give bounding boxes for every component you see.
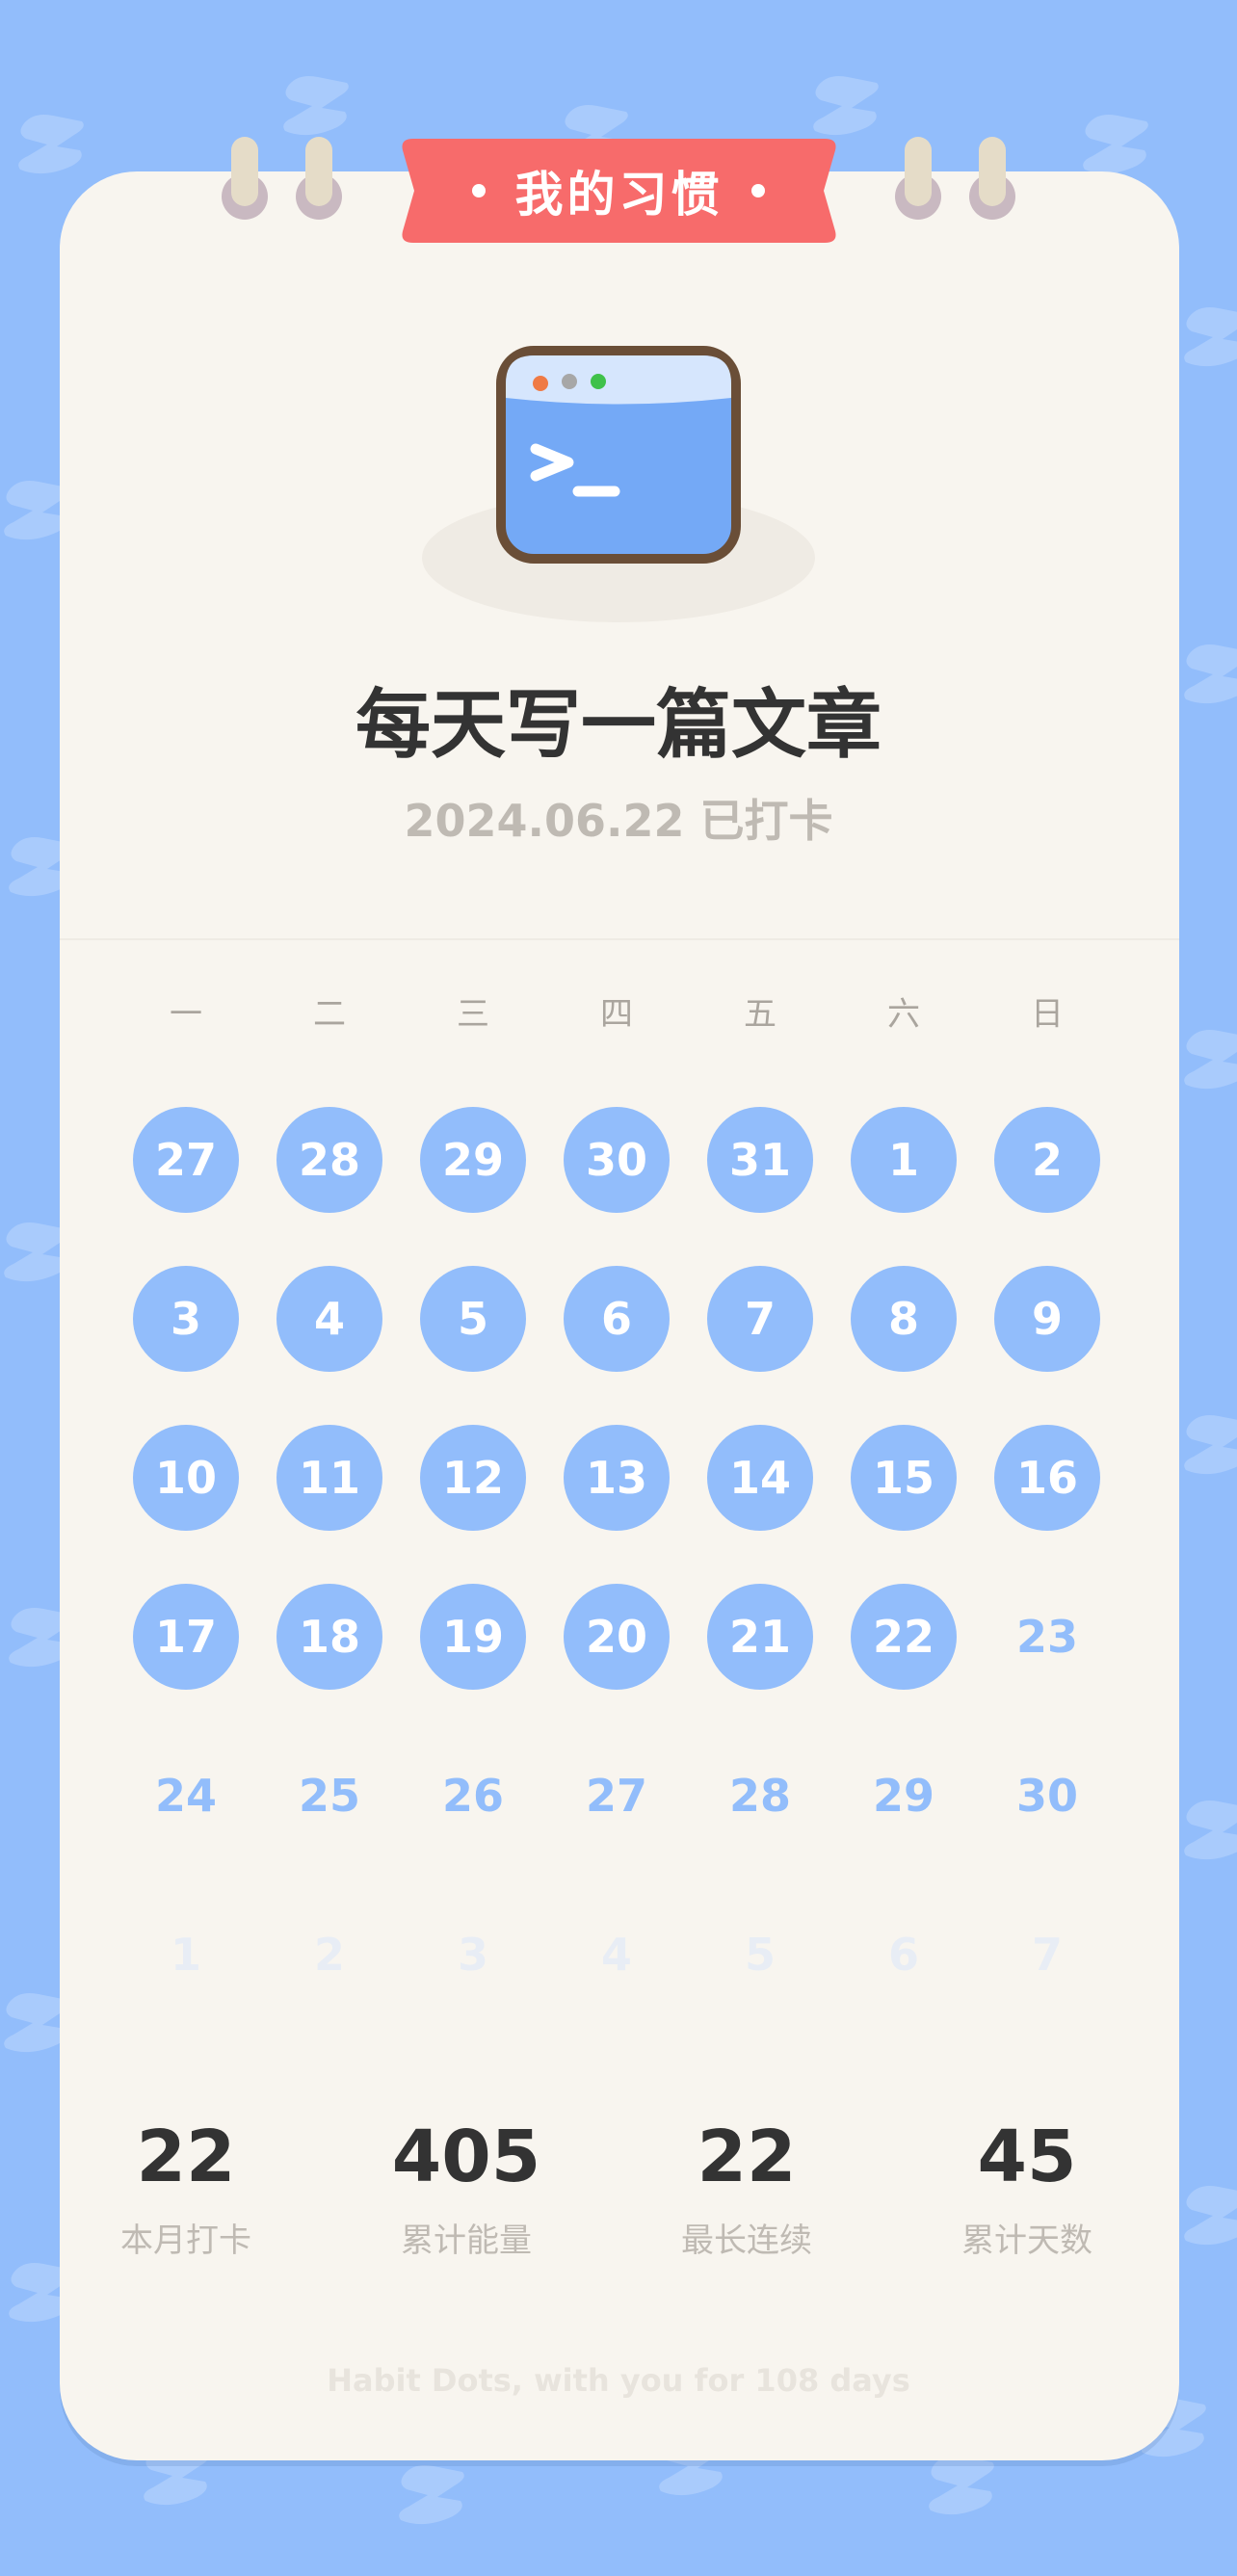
background-bolt — [283, 76, 349, 136]
calendar-day[interactable]: 25 — [276, 1743, 382, 1849]
ribbon-label: 我的习惯 — [514, 167, 724, 223]
calendar-day[interactable]: 4 — [276, 1266, 382, 1372]
calendar-day[interactable]: 29 — [851, 1743, 957, 1849]
calendar-day[interactable]: 9 — [994, 1266, 1100, 1372]
calendar-day[interactable]: 5 — [420, 1266, 526, 1372]
calendar-day[interactable]: 3 — [133, 1266, 239, 1372]
binder-ring — [979, 137, 1006, 206]
checkin-status: 2024.06.22 已打卡 — [404, 795, 833, 847]
background-bolt — [1184, 1801, 1237, 1860]
stat-label: 累计天数 — [961, 2221, 1092, 2260]
stat-label: 本月打卡 — [120, 2221, 251, 2260]
weekday-label: 三 — [457, 995, 489, 1034]
background-bolt — [1184, 2186, 1237, 2246]
background-bolt — [399, 2465, 464, 2525]
calendar-day[interactable]: 20 — [564, 1584, 670, 1690]
background-bolt — [929, 2456, 994, 2515]
weekday-label: 五 — [744, 995, 776, 1034]
calendar-day[interactable]: 30 — [994, 1743, 1100, 1849]
stat-value: 22 — [697, 2116, 797, 2198]
calendar-day[interactable]: 5 — [707, 1902, 813, 2008]
calendar-day[interactable]: 18 — [276, 1584, 382, 1690]
habit-title: 每天写一篇文章 — [355, 682, 882, 769]
calendar-day[interactable]: 6 — [564, 1266, 670, 1372]
footer-text: Habit Dots, with you for 108 days — [327, 2362, 910, 2399]
binder-ring — [231, 137, 258, 206]
calendar-day[interactable]: 31 — [707, 1107, 813, 1213]
stat-label: 最长连续 — [681, 2221, 812, 2260]
calendar-day[interactable]: 23 — [994, 1584, 1100, 1690]
stat-value: 22 — [136, 2116, 236, 2198]
calendar-day[interactable]: 27 — [133, 1107, 239, 1213]
calendar-day[interactable]: 27 — [564, 1743, 670, 1849]
calendar-day[interactable]: 11 — [276, 1425, 382, 1531]
weekday-label: 六 — [887, 995, 920, 1034]
calendar-day[interactable]: 12 — [420, 1425, 526, 1531]
weekday-label: 日 — [1031, 995, 1064, 1034]
stat-label: 累计能量 — [401, 2221, 532, 2260]
background-bolt — [1184, 307, 1237, 367]
stat-value: 405 — [391, 2116, 541, 2198]
stat-value: 45 — [977, 2116, 1077, 2198]
calendar-day[interactable]: 1 — [851, 1107, 957, 1213]
background-bolt — [1184, 1415, 1237, 1475]
calendar-day[interactable]: 19 — [420, 1584, 526, 1690]
calendar-day[interactable]: 6 — [851, 1902, 957, 2008]
weekday-label: 二 — [313, 995, 346, 1034]
terminal-window-icon — [496, 346, 741, 564]
calendar-day[interactable]: 14 — [707, 1425, 813, 1531]
calendar-day[interactable]: 7 — [994, 1902, 1100, 2008]
background-bolt — [813, 76, 879, 136]
calendar-day[interactable]: 30 — [564, 1107, 670, 1213]
background-bolt — [1184, 1030, 1237, 1090]
calendar-day[interactable]: 24 — [133, 1743, 239, 1849]
calendar-day[interactable]: 16 — [994, 1425, 1100, 1531]
calendar-day[interactable]: 15 — [851, 1425, 957, 1531]
calendar-day[interactable]: 26 — [420, 1743, 526, 1849]
card-divider — [60, 938, 1179, 940]
calendar-day[interactable]: 2 — [276, 1902, 382, 2008]
weekday-label: 四 — [600, 995, 633, 1034]
calendar-day[interactable]: 10 — [133, 1425, 239, 1531]
calendar-day[interactable]: 29 — [420, 1107, 526, 1213]
calendar-day[interactable]: 28 — [707, 1743, 813, 1849]
calendar-day[interactable]: 2 — [994, 1107, 1100, 1213]
calendar-day[interactable]: 13 — [564, 1425, 670, 1531]
calendar-day[interactable]: 21 — [707, 1584, 813, 1690]
background-bolt — [18, 115, 84, 174]
background-bolt — [1083, 115, 1148, 174]
binder-ring — [305, 137, 332, 206]
calendar-day[interactable]: 1 — [133, 1902, 239, 2008]
calendar-day[interactable]: 22 — [851, 1584, 957, 1690]
calendar-day[interactable]: 17 — [133, 1584, 239, 1690]
calendar-day[interactable]: 28 — [276, 1107, 382, 1213]
calendar-day[interactable]: 4 — [564, 1902, 670, 2008]
calendar-day[interactable]: 8 — [851, 1266, 957, 1372]
calendar-day[interactable]: 3 — [420, 1902, 526, 2008]
binder-ring — [905, 137, 932, 206]
weekday-label: 一 — [170, 995, 202, 1034]
calendar-day[interactable]: 7 — [707, 1266, 813, 1372]
